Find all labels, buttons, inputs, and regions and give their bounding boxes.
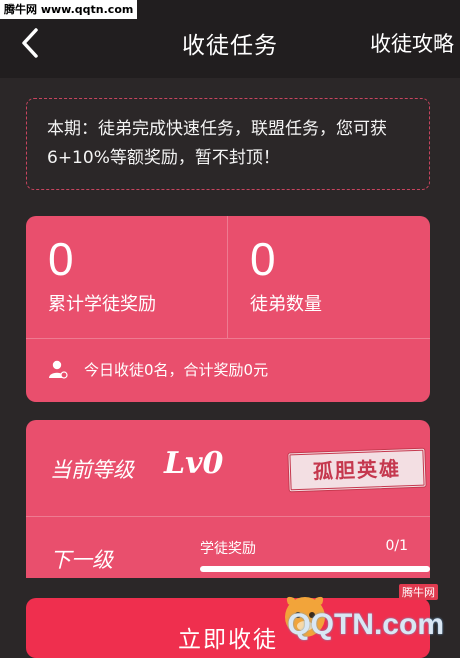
progress-label: 学徒奖励 [200, 541, 256, 557]
notice-box: 本期：徒弟完成快速任务，联盟任务，您可获6+10%等额奖励，暂不封顶！ [26, 98, 430, 190]
reward-stat: 0 累计学徒奖励 [26, 216, 228, 338]
current-level-label: 当前等级 [50, 458, 134, 482]
watermark-top: 腾牛网 www.qqtn.com [0, 0, 138, 19]
watermark-brand: 腾牛网 [399, 584, 438, 600]
disciples-label: 徒弟数量 [250, 294, 322, 315]
watermark-text: QQTN.com [287, 608, 444, 641]
today-text: 今日收徒0名，合计奖励0元 [84, 361, 269, 379]
divider [26, 516, 430, 517]
level-title-badge: 孤胆英雄 [287, 447, 427, 493]
reward-value: 0 [48, 233, 74, 285]
reward-label: 累计学徒奖励 [48, 294, 156, 315]
today-summary: 今日收徒0名，合计奖励0元 [26, 338, 430, 402]
next-level-label: 下一级 [50, 548, 113, 572]
progress-bar [200, 566, 430, 572]
strategy-link[interactable]: 收徒攻略 [370, 28, 454, 58]
current-level-value: Lv0 [164, 446, 224, 481]
progress-count: 0/1 [385, 538, 408, 554]
stats-card: 0 累计学徒奖励 0 徒弟数量 今日收徒0名，合计奖励0元 [26, 216, 430, 402]
user-icon [49, 360, 68, 379]
watermark-bottom-right: 腾牛网 QQTN.com [280, 582, 452, 646]
disciples-value: 0 [250, 233, 276, 285]
disciples-stat: 0 徒弟数量 [228, 216, 430, 338]
